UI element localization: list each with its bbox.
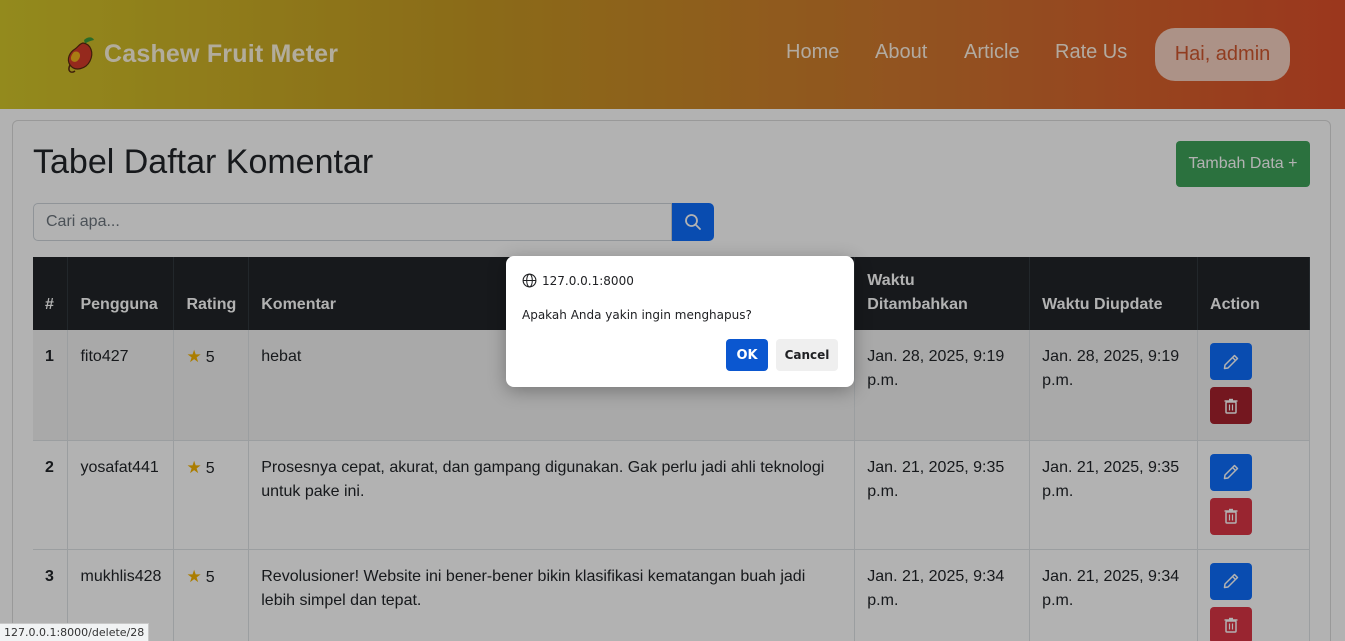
dialog-message: Apakah Anda yakin ingin menghapus? — [522, 308, 752, 322]
dialog-origin-text: 127.0.0.1:8000 — [542, 273, 634, 288]
confirm-dialog: 127.0.0.1:8000 Apakah Anda yakin ingin m… — [506, 256, 854, 387]
ok-button[interactable]: OK — [726, 339, 768, 371]
status-bar-url: 127.0.0.1:8000/delete/28 — [0, 623, 150, 641]
cancel-button[interactable]: Cancel — [776, 339, 838, 371]
globe-icon — [522, 273, 537, 288]
dialog-origin: 127.0.0.1:8000 — [522, 273, 634, 288]
